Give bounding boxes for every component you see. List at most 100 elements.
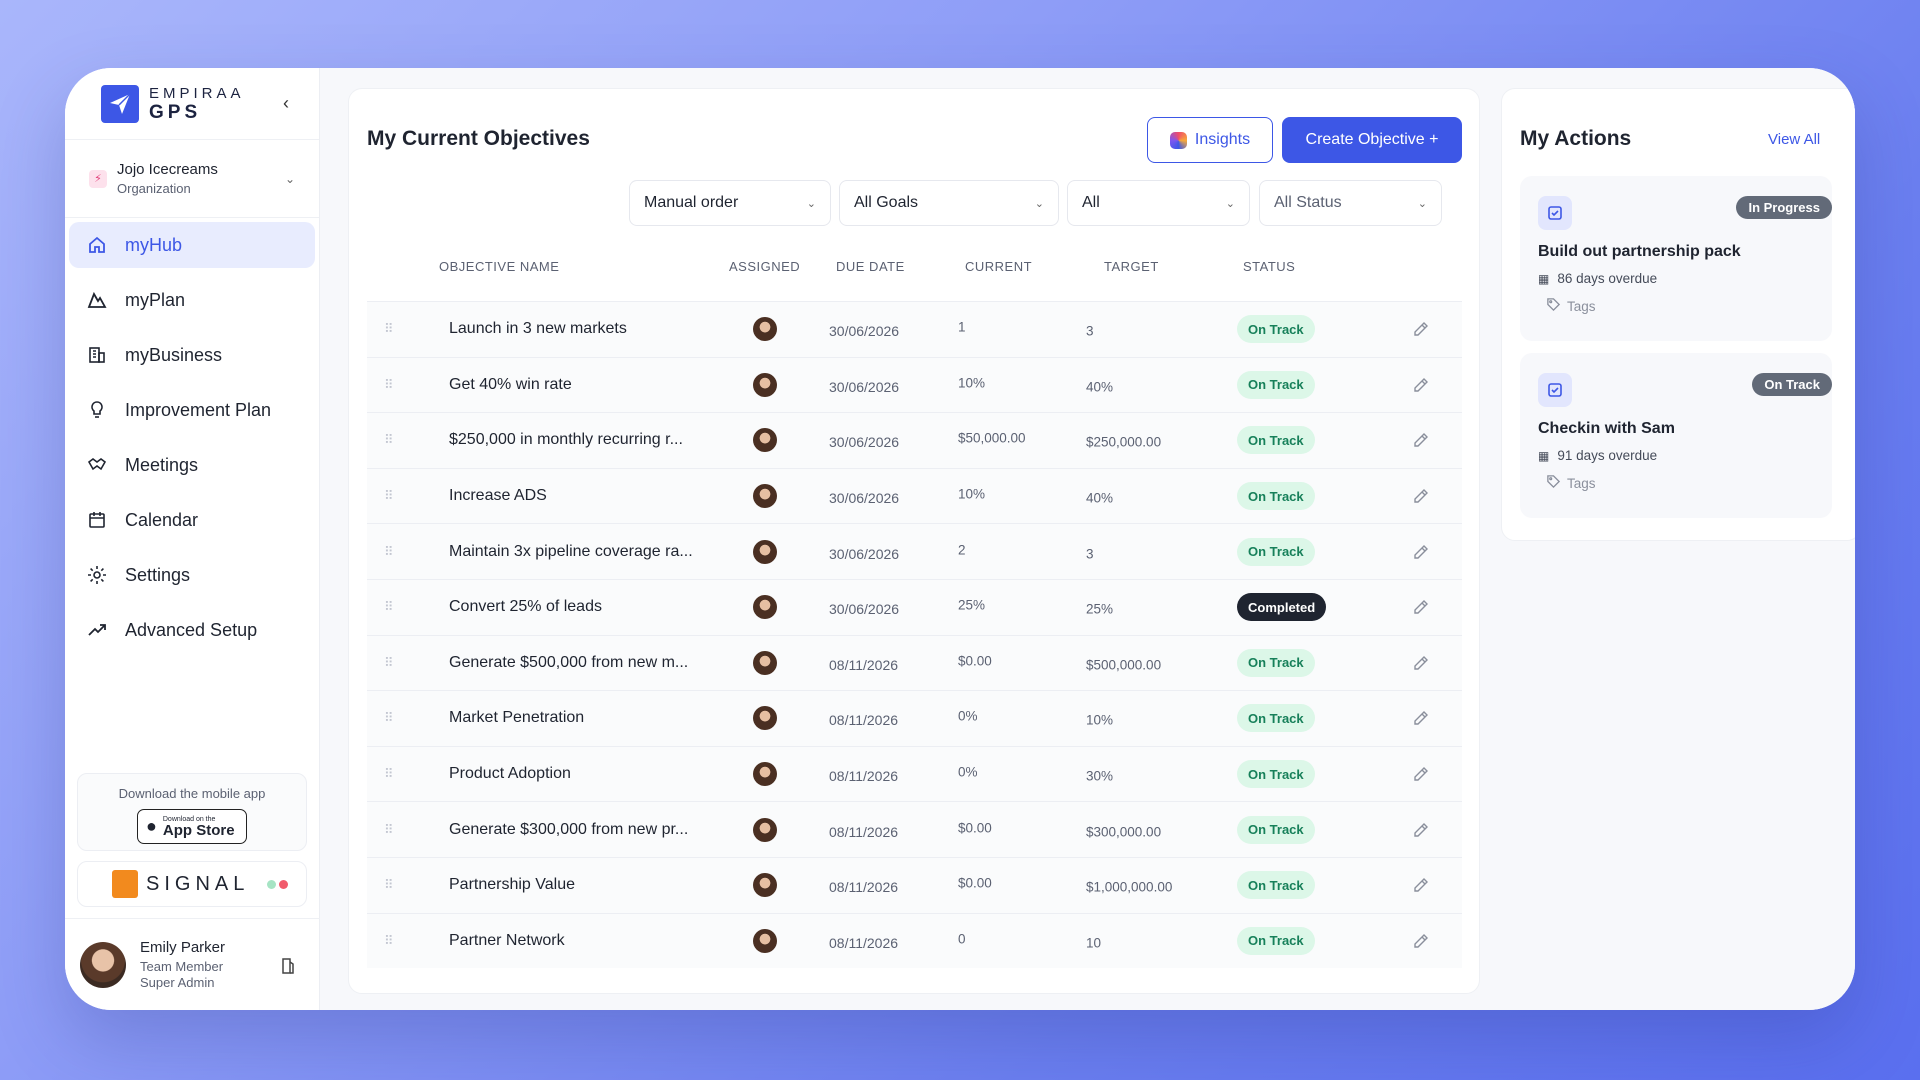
table-row[interactable]: ⠿ Partnership Value 08/11/2026 $0.00 $1,000,… (367, 856, 1462, 913)
nav-item-myplan[interactable]: myPlan (69, 277, 315, 323)
drag-handle-icon[interactable]: ⠿ (384, 544, 393, 560)
edit-pencil-icon[interactable] (1411, 653, 1431, 673)
objective-name[interactable]: Launch in 3 new markets (449, 320, 627, 338)
table-row[interactable]: ⠿ Maintain 3x pipeline coverage ra... 30/0… (367, 523, 1462, 579)
assignee-avatar[interactable] (753, 595, 777, 620)
chevron-down-icon: ⌄ (1034, 197, 1044, 210)
assignee-avatar[interactable] (753, 539, 777, 564)
col-current[interactable]: CURRENT (965, 259, 1032, 274)
nav-item-improvement-plan[interactable]: Improvement Plan (69, 387, 315, 433)
assignee-avatar[interactable] (753, 650, 777, 675)
drag-handle-icon[interactable]: ⠿ (384, 655, 393, 671)
action-title: Checkin with Sam (1538, 420, 1675, 437)
scope-filter-select[interactable]: All ⌄ (1067, 180, 1250, 226)
objective-name[interactable]: Generate $500,000 from new m... (449, 654, 688, 672)
drag-handle-icon[interactable]: ⠿ (384, 877, 393, 893)
drag-handle-icon[interactable]: ⠿ (384, 321, 393, 337)
nav-item-calendar[interactable]: Calendar (69, 497, 315, 543)
edit-pencil-icon[interactable] (1411, 486, 1431, 506)
objective-name[interactable]: Market Penetration (449, 709, 584, 727)
objective-name[interactable]: $250,000 in monthly recurring r... (449, 431, 683, 449)
target-value: 25% (1086, 601, 1114, 617)
edit-pencil-icon[interactable] (1411, 931, 1431, 951)
org-switcher[interactable]: ⚡ Jojo Icecreams Organization ⌄ (65, 140, 319, 218)
table-row[interactable]: ⠿ Market Penetration 08/11/2026 0% 10% On Tra… (367, 690, 1462, 746)
table-row[interactable]: ⠿ $250,000 in monthly recurring r... 30/06… (367, 412, 1462, 468)
drag-handle-icon[interactable]: ⠿ (384, 766, 393, 782)
status-filter-select[interactable]: All Status ⌄ (1259, 180, 1442, 226)
lightbulb-icon (85, 398, 109, 422)
action-card[interactable]: On Track Checkin with Sam ▦ 91 days over… (1520, 353, 1832, 518)
edit-pencil-icon[interactable] (1411, 375, 1431, 395)
view-all-link[interactable]: View All (1768, 131, 1820, 148)
insights-button[interactable]: Insights (1147, 117, 1273, 163)
drag-handle-icon[interactable]: ⠿ (384, 488, 393, 504)
edit-pencil-icon[interactable] (1411, 430, 1431, 450)
edit-pencil-icon[interactable] (1411, 319, 1431, 339)
overdue-text: 91 days overdue (1557, 448, 1658, 463)
action-card[interactable]: In Progress Build out partnership pack ▦… (1520, 176, 1832, 341)
drag-handle-icon[interactable]: ⠿ (384, 599, 393, 615)
table-row[interactable]: ⠿ Launch in 3 new markets 30/06/2026 1 3 On T… (367, 301, 1462, 357)
assignee-avatar[interactable] (753, 873, 777, 898)
edit-pencil-icon[interactable] (1411, 708, 1431, 728)
status-dot (279, 879, 289, 889)
table-row[interactable]: ⠿ Partner Network 08/11/2026 0 10 On Track (367, 912, 1462, 969)
table-row[interactable]: ⠿ Generate $300,000 from new pr... 08/11/2… (367, 801, 1462, 857)
drag-handle-icon[interactable]: ⠿ (384, 933, 393, 949)
edit-pencil-icon[interactable] (1411, 875, 1431, 895)
assignee-avatar[interactable] (753, 484, 777, 509)
objective-name[interactable]: Maintain 3x pipeline coverage ra... (449, 543, 693, 561)
objective-name[interactable]: Convert 25% of leads (449, 598, 602, 616)
col-status[interactable]: STATUS (1243, 259, 1295, 274)
nav-item-meetings[interactable]: Meetings (69, 442, 315, 488)
assignee-avatar[interactable] (753, 372, 777, 397)
signal-label: SIGNAL (146, 872, 250, 895)
table-row[interactable]: ⠿ Get 40% win rate 30/06/2026 10% 40% On Trac… (367, 356, 1462, 413)
objective-name[interactable]: Product Adoption (449, 765, 571, 783)
assignee-avatar[interactable] (753, 706, 777, 731)
drag-handle-icon[interactable]: ⠿ (384, 822, 393, 838)
app-store-button[interactable]: ● Download on the App Store (137, 809, 247, 844)
mobile-app-promo: Download the mobile app ● Download on th… (77, 773, 307, 851)
assignee-avatar[interactable] (753, 928, 777, 953)
col-assigned[interactable]: ASSIGNED (729, 259, 800, 274)
assignee-avatar[interactable] (753, 317, 777, 342)
nav-item-settings[interactable]: Settings (69, 552, 315, 598)
sort-order-select[interactable]: Manual order ⌄ (629, 180, 831, 226)
assignee-avatar[interactable] (753, 817, 777, 842)
tags-link[interactable]: Tags (1546, 297, 1596, 315)
user-profile[interactable]: Emily Parker Team Member Super Admin (65, 918, 320, 1010)
col-target[interactable]: TARGET (1104, 259, 1159, 274)
table-row[interactable]: ⠿ Convert 25% of leads 30/06/2026 25% 25% Com… (367, 578, 1462, 635)
assignee-avatar[interactable] (753, 762, 777, 787)
edit-pencil-icon[interactable] (1411, 820, 1431, 840)
create-objective-button[interactable]: Create Objective + (1282, 117, 1462, 163)
table-row[interactable]: ⠿ Product Adoption 08/11/2026 0% 30% On Track (367, 745, 1462, 802)
drag-handle-icon[interactable]: ⠿ (384, 432, 393, 448)
signal-integration[interactable]: SIGNAL (77, 861, 307, 907)
objective-name[interactable]: Partnership Value (449, 876, 575, 894)
current-value: 0 (958, 931, 966, 947)
nav-item-mybusiness[interactable]: myBusiness (69, 332, 315, 378)
drag-handle-icon[interactable]: ⠿ (384, 377, 393, 393)
objective-name[interactable]: Partner Network (449, 932, 565, 950)
objective-name[interactable]: Increase ADS (449, 487, 547, 505)
objective-name[interactable]: Get 40% win rate (449, 376, 572, 394)
collapse-sidebar-icon[interactable]: ‹ (283, 93, 289, 114)
edit-pencil-icon[interactable] (1411, 597, 1431, 617)
col-due-date[interactable]: DUE DATE (836, 259, 905, 274)
logout-icon[interactable] (280, 957, 296, 980)
objective-name[interactable]: Generate $300,000 from new pr... (449, 821, 688, 839)
tags-link[interactable]: Tags (1546, 474, 1596, 492)
table-row[interactable]: ⠿ Generate $500,000 from new m... 08/11/20… (367, 634, 1462, 691)
assignee-avatar[interactable] (753, 428, 777, 453)
edit-pencil-icon[interactable] (1411, 542, 1431, 562)
goals-filter-select[interactable]: All Goals ⌄ (839, 180, 1059, 226)
drag-handle-icon[interactable]: ⠿ (384, 710, 393, 726)
table-row[interactable]: ⠿ Increase ADS 30/06/2026 10% 40% On Track (367, 467, 1462, 524)
nav-item-advanced-setup[interactable]: Advanced Setup (69, 607, 315, 653)
nav-item-myhub[interactable]: myHub (69, 222, 315, 268)
edit-pencil-icon[interactable] (1411, 764, 1431, 784)
col-objective-name[interactable]: OBJECTIVE NAME (439, 259, 559, 274)
